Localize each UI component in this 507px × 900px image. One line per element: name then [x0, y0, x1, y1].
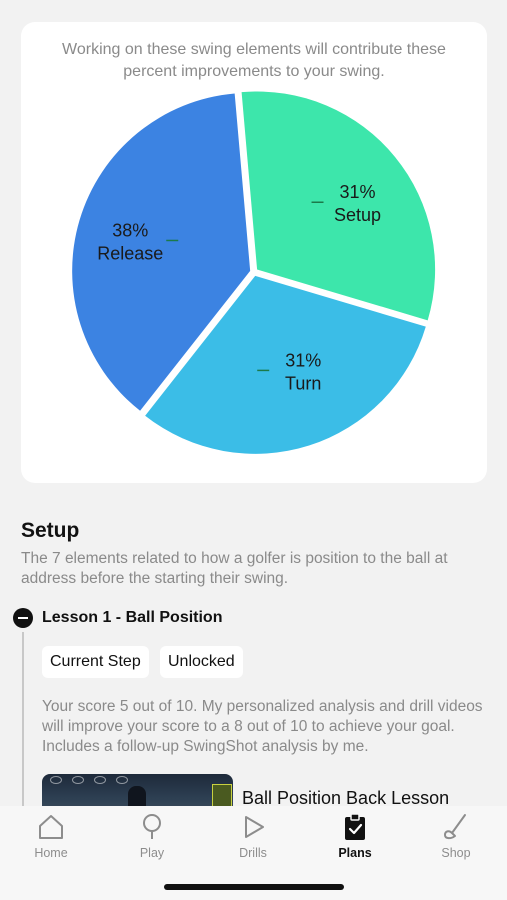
- pie-category-label: Release: [97, 243, 163, 263]
- pin-icon: [143, 814, 161, 839]
- tab-drills[interactable]: Drills: [213, 812, 293, 866]
- pie-category-label: Turn: [285, 373, 321, 393]
- lesson-title: Lesson 1 - Ball Position: [42, 609, 223, 626]
- home-icon: [39, 815, 63, 839]
- collapse-icon[interactable]: [13, 608, 33, 628]
- tab-label: Plans: [338, 846, 372, 860]
- current-step-badge: Current Step: [42, 646, 149, 678]
- section-title: Setup: [21, 519, 80, 542]
- range-sign: [212, 784, 232, 808]
- home-indicator: [164, 884, 344, 890]
- lesson-header[interactable]: Lesson 1 - Ball Position: [13, 607, 222, 629]
- tab-label: Drills: [239, 846, 267, 860]
- clipboard-check-icon: [345, 813, 365, 840]
- section-description: The 7 elements related to how a golfer i…: [21, 550, 448, 587]
- golf-club-icon: [444, 814, 466, 840]
- tab-label: Play: [139, 846, 165, 860]
- tab-home[interactable]: Home: [11, 812, 91, 866]
- unlocked-badge: Unlocked: [160, 646, 243, 678]
- pie-value-label: 31%: [285, 350, 321, 370]
- pie-category-label: Setup: [334, 205, 381, 225]
- chart-card: Working on these swing elements will con…: [21, 22, 487, 483]
- tab-label: Shop: [441, 846, 471, 860]
- play-icon: [245, 816, 264, 838]
- pie-value-label: 31%: [340, 182, 376, 202]
- tab-shop[interactable]: Shop: [416, 812, 496, 866]
- thumb-decoration: [94, 776, 106, 784]
- tab-plans[interactable]: Plans: [315, 812, 395, 866]
- thumb-decoration: [50, 776, 62, 784]
- pie-chart: 31% Setup 31% Turn 38% Release: [72, 91, 436, 454]
- lesson-score-text: Your score 5 out of 10. My personalized …: [42, 698, 483, 755]
- thumb-decoration: [72, 776, 84, 784]
- tab-play[interactable]: Play: [112, 812, 192, 866]
- pie-value-label: 38%: [112, 220, 148, 240]
- tab-label: Home: [34, 846, 68, 860]
- thumb-decoration: [116, 776, 128, 784]
- timeline-line: [22, 632, 24, 810]
